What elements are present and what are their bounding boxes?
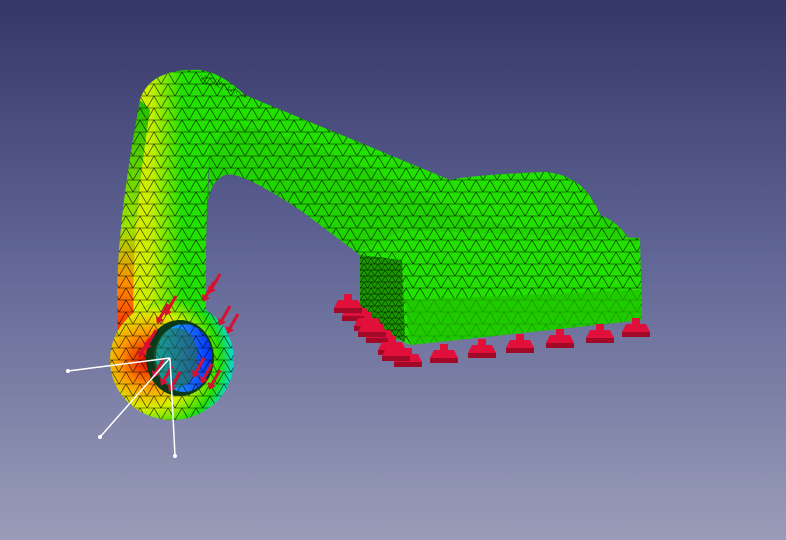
bracket-leg [116,69,210,338]
fixed-support-marker [546,329,574,348]
x-axis-end [66,369,70,373]
3d-viewport[interactable] [0,0,786,540]
fixed-support-marker [468,339,496,358]
y-axis-end [98,435,102,439]
fixed-support-marker [586,324,614,343]
bracket-arm [140,69,640,255]
force-arrow [218,305,232,326]
fixed-support-marker [430,344,458,363]
fixed-support-marker [334,294,362,313]
force-arrow [208,273,222,294]
z-axis-end [173,454,177,458]
force-arrow [226,313,240,334]
fixed-support-marker [506,334,534,353]
fem-scene[interactable] [0,0,786,540]
